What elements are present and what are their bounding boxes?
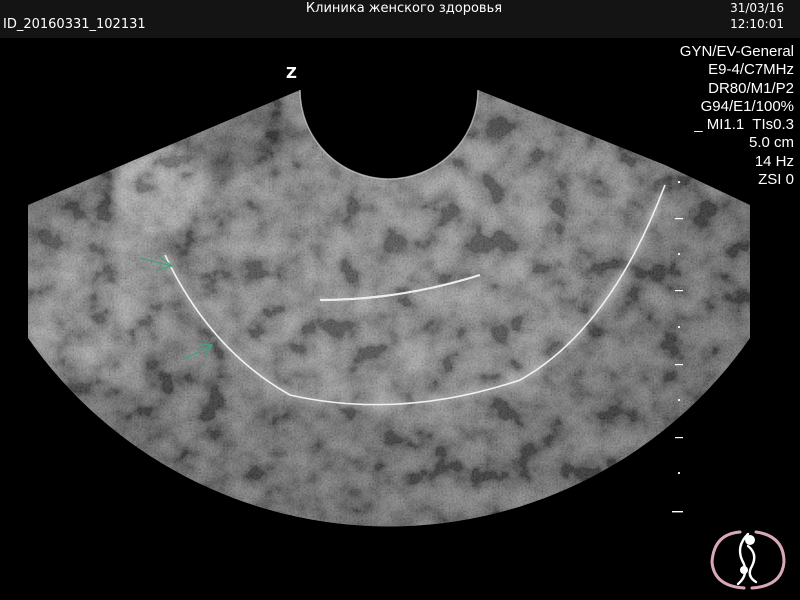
depth: 5.0 cm	[748, 134, 794, 152]
depth-scale	[672, 180, 683, 513]
depth-tick	[675, 290, 683, 292]
dynamic-range: DR80/M1/P2	[708, 79, 794, 97]
preset: GYN/EV-General	[679, 43, 794, 60]
depth-dot	[677, 471, 681, 475]
exam-date: 31/03/16	[730, 1, 784, 15]
mechanical-index: _ MI1.1 TIs0.3	[694, 116, 794, 134]
top-bar: Клиника женского здоровья ID_20160331_10…	[0, 0, 800, 38]
scan-parameters: GYN/EV-General E9-4/C7MHz DR80/M1/P2 G94…	[680, 43, 794, 189]
gain: G94/E1/100%	[700, 97, 794, 115]
depth-tick	[672, 511, 683, 513]
exam-time: 12:10:01	[730, 17, 784, 31]
depth-dot	[677, 180, 681, 184]
zsi: ZSI 0	[758, 171, 794, 189]
depth-tick	[675, 364, 683, 366]
depth-tick	[675, 218, 683, 220]
logo-head	[745, 535, 755, 545]
patient-id: ID_20160331_102131	[3, 17, 146, 32]
clinic-logo-icon	[710, 530, 786, 590]
orientation-marker: Z	[286, 64, 297, 82]
logo-fetus	[740, 566, 748, 574]
depth-dot	[677, 325, 681, 329]
depth-dot	[677, 398, 681, 402]
depth-dot	[677, 252, 681, 256]
clinic-name: Клиника женского здоровья	[305, 1, 503, 16]
transducer: E9-4/C7MHz	[708, 61, 794, 79]
frame-rate: 14 Hz	[754, 152, 794, 170]
depth-tick	[675, 437, 683, 439]
